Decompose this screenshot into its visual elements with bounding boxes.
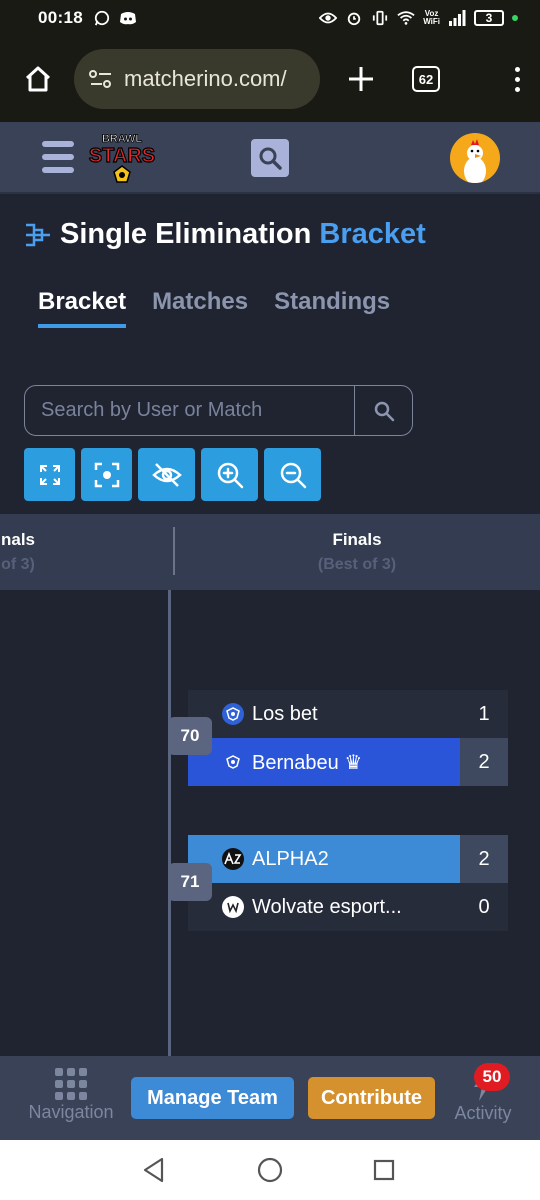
wifi-label: Voz WiFi (423, 9, 440, 26)
activity-badge: 50 (474, 1063, 510, 1091)
team-row[interactable]: Wolvate esport... 0 (188, 883, 508, 931)
zoom-in-icon (217, 462, 243, 488)
round-divider (173, 527, 175, 575)
search-input[interactable] (25, 386, 354, 435)
site-header: BRAWL STARS (0, 122, 540, 194)
team-name: ALPHA2 (252, 847, 329, 870)
fullscreen-button[interactable] (24, 448, 75, 501)
eye-icon (319, 12, 338, 24)
back-icon[interactable] (142, 1157, 166, 1183)
crown-icon: ♛ (344, 751, 363, 774)
site-search-button[interactable] (251, 139, 289, 177)
status-time: 00:18 (38, 8, 83, 27)
match-71[interactable]: ALPHA2 2 Wolvate esport... 0 (188, 835, 508, 931)
battery-icon: 3 (474, 10, 504, 26)
team-score: 2 (460, 738, 508, 786)
user-avatar[interactable] (450, 133, 500, 183)
svg-text:BRAWL: BRAWL (102, 133, 143, 145)
round-title: nals (0, 530, 36, 549)
rounds-header: nals of 3) Finals (Best of 3) (0, 514, 540, 590)
alarm-icon (347, 12, 361, 26)
new-tab-button[interactable] (346, 64, 376, 94)
round-subtitle: (Best of 3) (317, 556, 397, 573)
team-row-winner[interactable]: Bernabeu ♛ 2 (188, 738, 508, 786)
recents-icon[interactable] (373, 1159, 395, 1181)
round-subtitle: of 3) (1, 556, 35, 573)
status-bar: 00:18 Voz WiFi 3 (0, 0, 540, 36)
svg-text:STARS: STARS (89, 145, 155, 167)
tab-standings[interactable]: Standings (274, 288, 390, 328)
privacy-dot (512, 15, 518, 21)
eye-slash-icon (151, 462, 182, 487)
browser-menu-button[interactable] (512, 66, 522, 92)
team-logo-icon (222, 848, 244, 870)
team-logo-icon (222, 751, 244, 773)
search-icon (374, 401, 394, 421)
team-name: Bernabeu ♛ (252, 751, 363, 774)
url-text: matcherino.com/ (124, 66, 287, 91)
search-button[interactable] (354, 386, 412, 435)
bracket-icon (26, 223, 50, 246)
brawl-stars-logo[interactable]: BRAWL STARS (84, 128, 160, 190)
round-semifinals: nals of 3) (0, 514, 38, 574)
team-logo-icon (222, 703, 244, 725)
system-nav-bar (0, 1140, 540, 1200)
zoom-out-icon (280, 462, 306, 488)
home-circle-icon[interactable] (257, 1157, 283, 1183)
focus-button[interactable] (81, 448, 132, 501)
bracket-tabs: Bracket Matches Standings (38, 288, 390, 328)
whatsapp-icon (94, 10, 110, 26)
browser-toolbar: matcherino.com/ 62 (0, 36, 540, 122)
team-row[interactable]: Los bet 1 (188, 690, 508, 738)
hide-button[interactable] (138, 448, 195, 501)
tab-switcher-button[interactable]: 62 (412, 66, 440, 92)
team-name: Los bet (252, 702, 318, 725)
plus-icon (349, 67, 373, 91)
vibrate-icon (373, 10, 388, 26)
tab-bracket[interactable]: Bracket (38, 288, 127, 328)
wifi-icon (397, 11, 415, 25)
round-title: Finals (332, 530, 382, 549)
team-name: Wolvate esport... (252, 895, 402, 918)
navigation-label: Navigation (28, 1102, 114, 1122)
signal-icon (449, 10, 466, 26)
site-settings-icon (89, 70, 111, 88)
activity-label: Activity (454, 1103, 512, 1123)
team-score: 2 (460, 835, 508, 883)
search-icon (259, 147, 282, 170)
page-title-row: Single Elimination Bracket (24, 218, 426, 251)
match-number: 71 (168, 863, 212, 901)
grid-icon (55, 1068, 87, 1100)
fullscreen-icon (39, 464, 60, 485)
address-bar[interactable]: matcherino.com/ (74, 49, 320, 109)
bracket-canvas[interactable]: Los bet 1 Bernabeu ♛ 2 70 ALPHA2 2 Wolva… (0, 590, 540, 1056)
team-score: 0 (478, 895, 490, 918)
page-title: Single Elimination Bracket (60, 218, 426, 250)
home-button[interactable] (18, 59, 58, 99)
zoom-in-button[interactable] (201, 448, 258, 501)
manage-team-button[interactable]: Manage Team (131, 1077, 294, 1119)
home-icon (25, 66, 51, 92)
bracket-toolbar (24, 448, 321, 501)
match-70[interactable]: Los bet 1 Bernabeu ♛ 2 (188, 690, 508, 786)
team-row-winner[interactable]: ALPHA2 2 (188, 835, 508, 883)
hamburger-menu-button[interactable] (42, 141, 74, 173)
navigation-button[interactable]: Navigation (22, 1068, 120, 1123)
discord-icon (119, 12, 136, 25)
zoom-out-button[interactable] (264, 448, 321, 501)
bottom-nav: Navigation Manage Team Contribute Activi… (0, 1056, 540, 1140)
chicken-avatar-icon (464, 139, 486, 183)
focus-icon (94, 462, 119, 487)
bracket-search (24, 385, 413, 436)
contribute-button[interactable]: Contribute (308, 1077, 435, 1119)
bracket-connector (168, 590, 171, 1056)
tab-matches[interactable]: Matches (152, 288, 248, 328)
round-finals: Finals (Best of 3) (276, 514, 438, 574)
team-logo-icon (222, 896, 244, 918)
team-score: 1 (478, 702, 490, 725)
match-number: 70 (168, 717, 212, 755)
